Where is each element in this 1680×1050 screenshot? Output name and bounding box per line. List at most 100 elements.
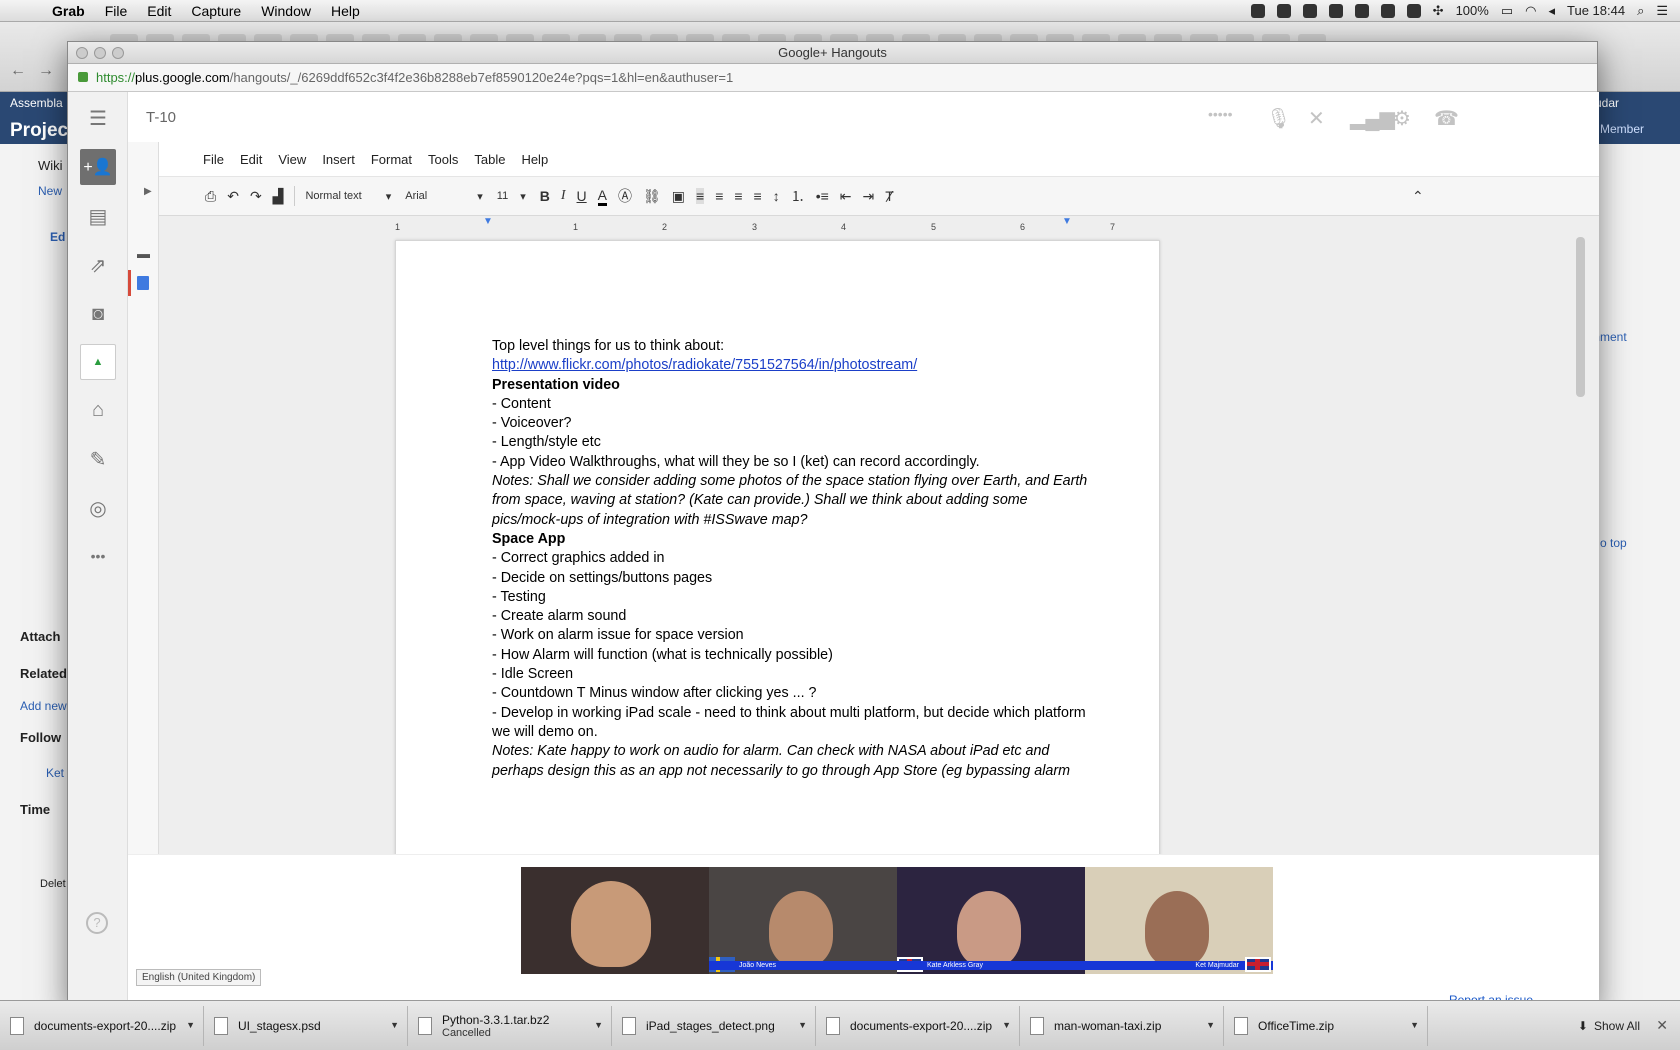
wiki-tab[interactable]: Wiki — [38, 158, 63, 173]
member-link[interactable]: Member — [1600, 122, 1644, 136]
download-item[interactable]: OfficeTime.zip ▼ — [1224, 1005, 1428, 1046]
effects-icon[interactable]: ✎ — [80, 441, 116, 477]
edit-tab[interactable]: Ed — [50, 230, 65, 244]
menu-help[interactable]: Help — [331, 3, 360, 19]
docs-menu-view[interactable]: View — [278, 152, 306, 167]
expand-chevron-icon[interactable]: ▶ — [144, 186, 152, 197]
status-icon[interactable] — [1302, 3, 1317, 18]
status-icon[interactable] — [1276, 3, 1291, 18]
chevron-down-icon[interactable]: ▼ — [1206, 1020, 1215, 1030]
docs-menu-help[interactable]: Help — [521, 152, 548, 167]
address-bar[interactable]: https://plus.google.com/hangouts/_/6269d… — [68, 64, 1597, 92]
participant-video[interactable] — [521, 867, 709, 974]
hangout-name[interactable]: T-10 — [146, 109, 176, 126]
docs-menu-tools[interactable]: Tools — [428, 152, 458, 167]
chat-icon[interactable]: ▤ — [80, 198, 116, 234]
comment-icon[interactable]: ▣ — [672, 188, 685, 205]
status-icon[interactable] — [1328, 3, 1343, 18]
leave-call-icon[interactable]: ☎ — [1434, 106, 1459, 131]
chevron-down-icon[interactable]: ▼ — [186, 1020, 195, 1030]
numbered-list-icon[interactable]: ⒈ — [791, 186, 805, 206]
docs-menu-insert[interactable]: Insert — [322, 152, 355, 167]
chevron-down-icon[interactable]: ▼ — [798, 1020, 807, 1030]
doc-link[interactable]: http://www.flickr.com/photos/radiokate/7… — [492, 356, 1132, 375]
bulleted-list-icon[interactable]: •≡ — [816, 188, 829, 204]
back-forward-icons[interactable]: ←→ — [10, 62, 66, 80]
highlight-color-icon[interactable]: Ⓐ — [618, 186, 632, 206]
time-machine-icon[interactable] — [1406, 3, 1421, 18]
italic-icon[interactable]: I — [561, 188, 566, 204]
zoom-button[interactable] — [112, 47, 124, 59]
download-item[interactable]: Python-3.3.1.tar.bz2 Cancelled ▼ — [408, 1005, 612, 1046]
docs-menu-file[interactable]: File — [203, 152, 224, 167]
close-icon[interactable]: ✕ — [1656, 1017, 1668, 1034]
spotlight-icon[interactable]: ⌕ — [1637, 3, 1644, 19]
align-center-icon[interactable]: ≡ — [715, 188, 723, 204]
more-apps-icon[interactable]: ••• — [80, 538, 116, 574]
language-badge[interactable]: English (United Kingdom) — [136, 969, 262, 986]
to-top-link[interactable]: o top — [1600, 536, 1627, 550]
collapse-toolbar-icon[interactable]: ⌃ — [1412, 188, 1424, 205]
underline-icon[interactable]: U — [577, 188, 587, 204]
document-body[interactable]: Top level things for us to think about: … — [492, 337, 1132, 781]
add-new-link[interactable]: Add new — [20, 699, 67, 713]
font-select[interactable]: Arial ▾ — [405, 190, 483, 203]
follower-link[interactable]: Ket — [46, 766, 64, 780]
menu-window[interactable]: Window — [261, 3, 311, 19]
battery-icon[interactable]: ▭ — [1501, 3, 1513, 19]
download-item[interactable]: documents-export-20....zip ▼ — [0, 1005, 204, 1046]
delete-link[interactable]: Delet — [40, 878, 66, 890]
download-item[interactable]: UI_stagesx.psd ▼ — [204, 1005, 408, 1046]
battery-percent[interactable]: 100% — [1456, 3, 1489, 18]
menu-edit[interactable]: Edit — [147, 3, 171, 19]
volume-icon[interactable]: ◂ — [1548, 3, 1555, 19]
align-right-icon[interactable]: ≡ — [734, 188, 742, 204]
screenshare-icon[interactable]: ⇗ — [80, 247, 116, 283]
menu-capture[interactable]: Capture — [191, 3, 241, 19]
cacoo-icon[interactable]: ◎ — [80, 490, 116, 526]
status-icon[interactable] — [1380, 3, 1395, 18]
docs-menu-format[interactable]: Format — [371, 152, 412, 167]
new-link[interactable]: New — [38, 184, 62, 198]
bluetooth-icon[interactable]: ✣ — [1433, 3, 1444, 19]
undo-icon[interactable]: ↶ — [227, 188, 239, 205]
drive-folder-icon[interactable]: ▬ — [137, 246, 150, 261]
chevron-down-icon[interactable]: ▼ — [1410, 1020, 1419, 1030]
clear-formatting-icon[interactable]: Ⱦ — [885, 188, 894, 204]
download-item[interactable]: man-woman-taxi.zip ▼ — [1020, 1005, 1224, 1046]
participant-video[interactable]: Kate Arkless Gray — [897, 867, 1085, 974]
docs-menu-table[interactable]: Table — [474, 152, 505, 167]
chevron-down-icon[interactable]: ▼ — [594, 1020, 603, 1030]
redo-icon[interactable]: ↷ — [250, 188, 262, 205]
line-spacing-icon[interactable]: ↕ — [773, 188, 780, 204]
download-item[interactable]: documents-export-20....zip ▼ — [816, 1005, 1020, 1046]
decrease-indent-icon[interactable]: ⇤ — [840, 188, 852, 205]
minimize-button[interactable] — [94, 47, 106, 59]
justify-icon[interactable]: ≡ — [754, 188, 762, 204]
status-icon[interactable] — [1354, 3, 1369, 18]
url-text[interactable]: https://plus.google.com/hangouts/_/6269d… — [96, 70, 733, 85]
document-icon[interactable] — [137, 276, 149, 290]
style-select[interactable]: Normal text ▾ — [305, 190, 391, 203]
bandwidth-icon[interactable]: ▂▄▆ — [1350, 106, 1395, 131]
docs-menu-edit[interactable]: Edit — [240, 152, 262, 167]
participant-video[interactable]: Ket Majmudar — [1085, 867, 1273, 974]
show-all-button[interactable]: ⬇ Show All — [1578, 1019, 1640, 1033]
menu-icon[interactable]: ☰ — [80, 100, 116, 136]
toolbox-icon[interactable]: ⌂ — [80, 392, 116, 428]
chevron-down-icon[interactable]: ▼ — [390, 1020, 399, 1030]
menu-app-name[interactable]: Grab — [52, 3, 85, 19]
font-size-select[interactable]: 11 ▾ — [497, 190, 526, 203]
paint-format-icon[interactable]: ▟ — [273, 188, 284, 205]
notification-icon[interactable]: ☰ — [1656, 3, 1668, 19]
increase-indent-icon[interactable]: ⇥ — [863, 188, 875, 205]
document-page[interactable]: Top level things for us to think about: … — [395, 240, 1160, 854]
chevron-down-icon[interactable]: ▼ — [1002, 1020, 1011, 1030]
status-icon[interactable] — [1250, 3, 1265, 18]
settings-gear-icon[interactable]: ⚙ — [1393, 106, 1411, 131]
capture-icon[interactable]: ◙ — [80, 296, 116, 332]
google-drive-icon[interactable]: ▲ — [80, 344, 116, 380]
menu-file[interactable]: File — [105, 3, 128, 19]
align-left-icon[interactable]: ≡ — [696, 188, 705, 204]
right-margin-marker-icon[interactable]: ▼ — [1062, 216, 1072, 227]
